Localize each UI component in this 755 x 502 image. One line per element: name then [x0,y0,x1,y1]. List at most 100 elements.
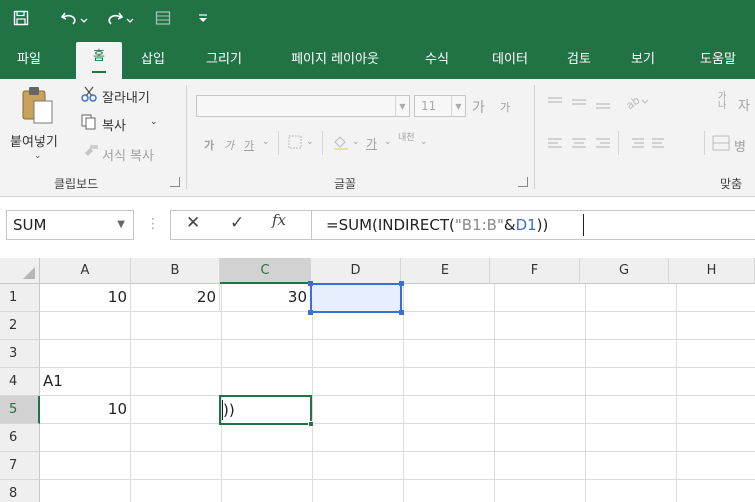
name-box[interactable]: SUM ▼ [6,210,134,240]
paste-chevron-icon[interactable]: ⌄ [34,151,42,161]
divider [311,211,312,239]
tab-help[interactable]: 도움말 [686,48,750,79]
format-painter-button[interactable]: 서식 복사 [102,145,154,164]
insert-function-icon[interactable]: fx [272,211,286,229]
save-icon[interactable] [8,6,34,30]
row-header-7[interactable]: 7 [0,452,40,480]
grow-font-button[interactable]: 가 [472,97,485,117]
column-header-a[interactable]: A [40,258,131,284]
column-header-b[interactable]: B [131,258,220,284]
formula-suffix: )) [536,216,549,234]
formula-ref: D1 [515,216,537,234]
font-launcher-icon[interactable] [518,177,528,187]
clipboard-launcher-icon[interactable] [170,177,180,187]
italic-button[interactable]: 가 [224,137,234,153]
orientation-icon[interactable]: ab [624,93,650,114]
phonetic-button[interactable]: 내천 [398,133,418,143]
range-handle[interactable] [308,310,313,315]
underline-button[interactable]: 가 [244,137,254,153]
column-header-h[interactable]: H [669,258,755,284]
tab-formulas[interactable]: 수식 [414,48,460,79]
row-header-2[interactable]: 2 [0,312,40,340]
tab-data[interactable]: 데이터 [478,48,542,79]
wrap-text-button[interactable]: 자 [738,95,750,114]
underline-chevron-icon[interactable]: ⌄ [262,137,270,147]
align-top-icon[interactable] [546,95,616,114]
cell-b1[interactable]: 20 [131,284,220,312]
border-chevron-icon[interactable]: ⌄ [306,137,314,147]
range-handle[interactable] [399,310,404,315]
cell-a1[interactable]: 10 [40,284,131,312]
font-color-chevron-icon[interactable]: ⌄ [384,137,392,147]
row-header-1[interactable]: 1 [0,284,40,312]
formula-input[interactable]: =SUM(INDIRECT("B1:B"&D1)) [326,216,548,234]
ribbon-tabs: 파일 홈 삽입 그리기 페이지 레이아웃 수식 데이터 검토 보기 도움말 [0,36,755,79]
group-divider [534,85,535,189]
fill-handle[interactable] [308,421,314,427]
merge-button[interactable]: 병 [734,136,746,155]
reference-highlight-d1 [308,281,404,315]
enter-icon[interactable]: ✓ [230,213,244,233]
bold-button[interactable]: 가 [204,137,214,153]
wrap-text-icon[interactable]: 가나 [718,93,734,111]
column-header-c[interactable]: C [220,258,311,284]
format-painter-icon[interactable] [82,143,100,162]
border-icon[interactable] [288,135,302,152]
column-header-d[interactable]: D [311,258,401,284]
merge-icon[interactable] [712,135,730,154]
tab-insert[interactable]: 삽입 [130,48,176,79]
cell-a5[interactable]: 10 [40,396,131,424]
cut-icon[interactable] [80,85,98,106]
tab-draw[interactable]: 그리기 [192,48,256,79]
formula-bar: SUM ▼ ⋮ ✕ ✓ fx =SUM(INDIRECT("B1:B"&D1)) [0,197,755,258]
row-header-4[interactable]: 4 [0,368,40,396]
paste-icon[interactable] [20,85,54,128]
tab-home[interactable]: 홈 [76,42,122,79]
tab-file[interactable]: 파일 [6,48,52,79]
range-handle[interactable] [399,281,404,286]
column-header-g[interactable]: G [580,258,669,284]
shrink-font-button[interactable]: 가 [500,99,510,115]
divider [618,131,619,155]
tab-review[interactable]: 검토 [556,48,602,79]
worksheet-grid[interactable]: A B C D E F G H 1 2 3 4 5 6 7 8 10 20 30… [0,258,755,502]
select-all-corner[interactable] [0,258,40,284]
range-handle[interactable] [308,281,313,286]
copy-chevron-icon[interactable]: ⌄ [150,117,158,127]
tab-view[interactable]: 보기 [620,48,666,79]
row-header-3[interactable]: 3 [0,340,40,368]
font-name-dropdown[interactable]: ▼ [196,95,410,117]
phonetic-chevron-icon[interactable]: ⌄ [420,137,428,147]
font-color-button[interactable]: 가 [366,135,377,152]
svg-text:ab: ab [624,94,642,111]
align-left-icon[interactable] [546,137,616,154]
row-header-6[interactable]: 6 [0,424,40,452]
formula-string: "B1:B" [454,216,504,234]
cell-a4[interactable]: A1 [40,368,131,396]
form-icon[interactable] [152,6,174,30]
row-header-5[interactable]: 5 [0,396,40,424]
copy-icon[interactable] [80,113,98,134]
undo-icon[interactable] [58,6,92,30]
cell-c1[interactable]: 30 [220,284,311,312]
chevron-down-icon[interactable]: ▼ [117,211,125,239]
column-header-f[interactable]: F [490,258,580,284]
paste-button[interactable]: 붙여넣기 [10,131,58,150]
indent-icon[interactable] [626,137,670,154]
cell-c5-editor[interactable]: )) [223,397,235,423]
fill-chevron-icon[interactable]: ⌄ [352,137,360,147]
redo-icon[interactable] [106,6,140,30]
tab-page-layout[interactable]: 페이지 레이아웃 [270,48,400,79]
drag-handle-icon[interactable]: ⋮ [146,216,160,232]
copy-button[interactable]: 복사 [102,115,126,134]
fill-color-icon[interactable] [332,134,350,153]
cut-button[interactable]: 잘라내기 [102,87,150,106]
font-size-value: 11 [421,99,437,113]
gridlines [40,284,755,502]
cancel-icon[interactable]: ✕ [186,213,200,233]
font-size-dropdown[interactable]: 11 ▼ [414,95,466,117]
column-header-e[interactable]: E [401,258,490,284]
row-header-8[interactable]: 8 [0,480,40,502]
divider [278,131,279,155]
customize-qat-icon[interactable] [194,6,212,30]
